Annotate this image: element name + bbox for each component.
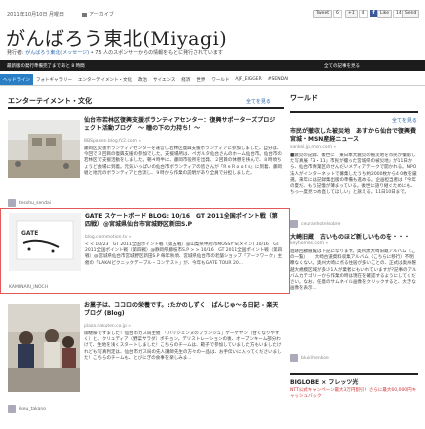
- ad-title[interactable]: BIGLOBE × フレッツ光: [290, 377, 418, 386]
- edition-bar: 最新版の発行準備完了まであと 8 時間 全ての記事を見る: [0, 60, 425, 71]
- site-title[interactable]: がんばろう東北(Miyagi): [6, 24, 227, 51]
- post-source[interactable]: blog.commotion.tv »: [85, 235, 132, 240]
- sidebar-section-title: ワールド: [290, 94, 318, 102]
- tab-headlines[interactable]: ヘッドライン: [0, 74, 33, 85]
- view-all-articles-link[interactable]: 全ての記事を見る: [324, 63, 360, 69]
- tagline-prefix: 発行者:: [7, 50, 24, 56]
- sidebar-item-author[interactable]: bluirihenkoe: [290, 354, 329, 362]
- tab-world-2[interactable]: ワールド: [208, 74, 232, 85]
- ad-body[interactable]: NTT公式キャンペーン最大3万円割引！さらに最大60,000円キャッシュバック: [290, 388, 418, 400]
- tab-photo-gallery[interactable]: フォトギャラリー: [33, 74, 75, 85]
- tweet-share[interactable]: Tweet 6: [313, 9, 342, 18]
- tweet-button[interactable]: Tweet: [313, 9, 332, 18]
- post-title-link[interactable]: 仙台市若林区復興支援ボランティアセンター：復興サポーターズプロジェクト活動ブログ…: [84, 117, 280, 132]
- post-thumbnail[interactable]: [8, 120, 80, 178]
- sidebar-author-name: bluirihenkoe: [301, 355, 329, 361]
- list-item: GATE GATE スケートボード BLOG: 10/16 GT 2011全国ポ…: [0, 208, 290, 294]
- plusone-share[interactable]: +1 4: [345, 9, 368, 18]
- post-title-link[interactable]: お菓子は、ココロの栄養です。:たかのしずく ぱんじゅ～る日記 - 楽天ブログ (…: [84, 302, 280, 317]
- post-thumbnail[interactable]: [8, 304, 80, 392]
- tab-sendai[interactable]: #SENDAI: [265, 74, 292, 85]
- post-thumbnail[interactable]: GATE: [9, 213, 81, 271]
- post-excerpt: < < 10/23 GT 2011全国ポイント戦（第五戦）@山梨県甲府市MOSS…: [85, 242, 283, 266]
- post-author[interactable]: KAMINARI_INOCH: [9, 285, 48, 290]
- plusone-button[interactable]: +1: [345, 9, 358, 18]
- author-name: tesshu_sendai: [19, 200, 52, 206]
- list-item: お菓子は、ココロの栄養です。:たかのしずく ぱんじゅ～る日記 - 楽天ブログ (…: [0, 300, 290, 413]
- facebook-icon: f: [370, 10, 377, 17]
- avatar: [8, 405, 16, 413]
- tagline: 発行者: がんばろう東北(メッセージ) • 75 人のスポンサーからの情報をもと…: [7, 49, 223, 56]
- send-button[interactable]: Send: [402, 9, 420, 18]
- post-excerpt: 御馳様ですました！仙台市ガス局主催 「パリジェンヌのブランジュ」ケーケヤン（甘く…: [84, 331, 282, 361]
- sidebar-item-excerpt: 遺跡回顧展覧は下記になります。奥州黒大崎旧蔵アルバム（この一覧） 大崎古道資料収…: [290, 249, 417, 292]
- tweet-count: 6: [333, 9, 342, 18]
- sidebar-section-rule: [290, 111, 418, 113]
- next-edition-notice: 最新版の発行準備完了まであと 8 時間: [7, 64, 85, 69]
- section-nav: ヘッドライン フォトギャラリー エンターテイメント・文化 政治 サイエンス 経済…: [0, 74, 425, 86]
- top-bar: 2011年10月10日 月曜日 アーカイブ Tweet 6 +1 4 f Lik…: [0, 0, 425, 22]
- author-name: KAMINARI_INOCH: [9, 285, 49, 290]
- main-see-all-link[interactable]: 全てを見る: [246, 98, 271, 105]
- facebook-like[interactable]: f Like 14: [370, 9, 405, 18]
- svg-text:GATE: GATE: [21, 230, 38, 237]
- sidebar-item-title-link[interactable]: 市民が撤収した被災地 あすから仙台で復興費宮城・MSN産経ニュース: [290, 128, 416, 143]
- avatar: [8, 199, 16, 207]
- tab-economy[interactable]: 経済: [178, 74, 193, 85]
- tab-world[interactable]: 世界: [193, 74, 208, 85]
- archive-icon: [82, 12, 87, 17]
- sidebar-author-name: ceuranhotelsobre: [301, 221, 341, 227]
- tab-entertainment[interactable]: エンターテイメント・文化: [75, 74, 135, 85]
- post-author[interactable]: ikeu_takano: [8, 405, 46, 413]
- tagline-suffix: • 75 人のスポンサーからの情報をもとに発行されています: [90, 50, 223, 56]
- list-item: 仙台市若林区復興支援ボランティアセンター：復興サポーターズプロジェクト活動ブログ…: [0, 115, 290, 207]
- avatar: [290, 220, 298, 228]
- post-title-link[interactable]: GATE スケートボード BLOG: 10/16 GT 2011全国ポイント戦（…: [85, 213, 281, 228]
- post-source[interactable]: plaza.rakuten.co.jp »: [84, 324, 131, 329]
- send-share[interactable]: Send: [402, 9, 420, 18]
- sidebar-see-all-link[interactable]: 全てを見る: [392, 117, 417, 124]
- archive-link[interactable]: アーカイブ: [82, 11, 114, 18]
- main-section-rule: [8, 107, 284, 109]
- like-button[interactable]: Like: [377, 9, 392, 18]
- tab-politics[interactable]: 政治: [135, 74, 150, 85]
- author-name: ikeu_takano: [19, 406, 46, 412]
- post-author[interactable]: tesshu_sendai: [8, 199, 51, 207]
- sidebar-item-source[interactable]: sankei.jp.msn.com »: [290, 145, 336, 150]
- avatar: [290, 354, 298, 362]
- archive-label: アーカイブ: [89, 12, 114, 18]
- post-source[interactable]: BBSpasen.blog.fc2.com »: [84, 139, 141, 144]
- main-section-title: エンターテイメント・文化: [8, 97, 92, 105]
- post-excerpt: 藤岡区災害ボランティアセンターを運営し若林区復興支援ボランティアに参加しました。…: [84, 146, 282, 176]
- sidebar-item-source[interactable]: keyhomes.com »: [290, 241, 328, 246]
- tab-ajf-eigger[interactable]: AJF_EIGGER: [232, 74, 264, 85]
- ad-box[interactable]: BIGLOBE × フレッツ光 NTT公式キャンペーン最大3万円割引！さらに最大…: [290, 373, 418, 400]
- tab-science[interactable]: サイエンス: [150, 74, 178, 85]
- sidebar-item-author[interactable]: ceuranhotelsobre: [290, 220, 340, 228]
- sidebar-item-title-link[interactable]: 大崎旧蔵 古いものほど新しいものを・・・: [290, 232, 418, 241]
- current-date: 2011年10月10日 月曜日: [7, 12, 65, 18]
- publisher-link[interactable]: がんばろう東北(メッセージ): [25, 50, 89, 56]
- sidebar-item-excerpt: ■震災の記録、後世に 東日本大震災の被災地を市民が撮影した写真展「3・11」市民…: [290, 153, 417, 196]
- plusone-count: 4: [358, 9, 368, 18]
